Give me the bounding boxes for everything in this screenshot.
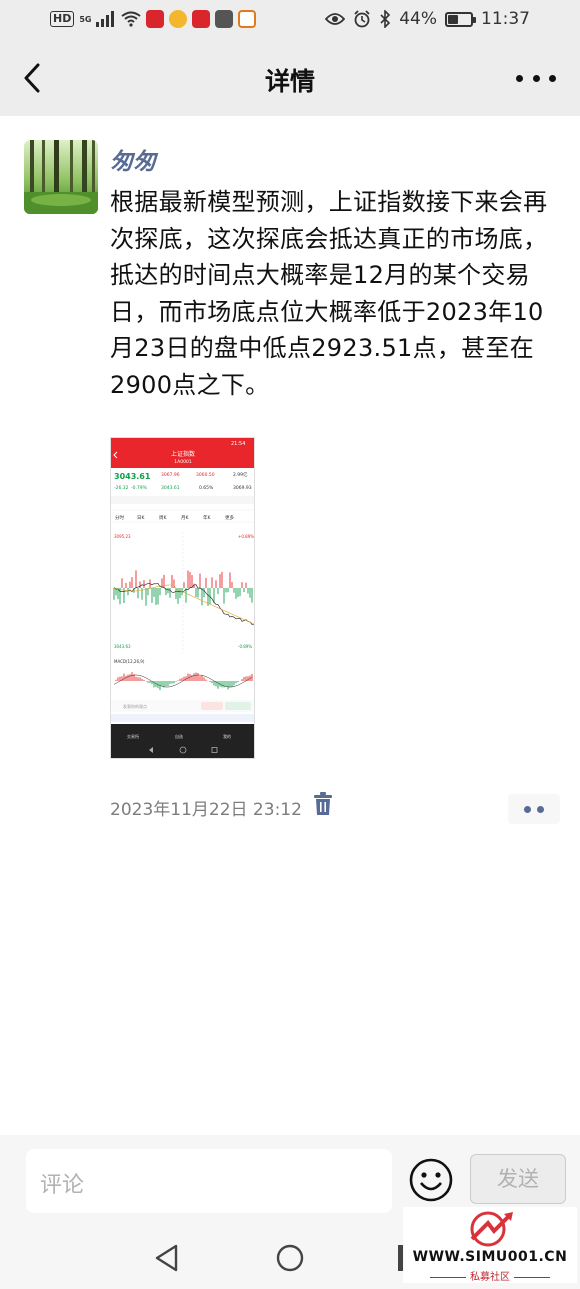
bluetooth-icon <box>380 10 391 28</box>
post-timestamp: 2023年11月22日 23:12 <box>110 800 302 820</box>
page-title: 详情 <box>264 67 315 96</box>
home-circle-icon[interactable] <box>275 1243 305 1273</box>
emoji-icon[interactable] <box>408 1157 454 1203</box>
app-notification-icon <box>215 10 234 28</box>
screenshot-price-line <box>113 583 254 626</box>
status-right: 44% 11:37 <box>325 8 530 30</box>
more-options-icon[interactable] <box>516 66 556 90</box>
screenshot-price: 3043.61 <box>114 472 151 481</box>
screenshot-tab: 月K <box>181 515 189 521</box>
screenshot-nav-item: 自选 <box>175 733 183 739</box>
eye-icon <box>325 13 346 25</box>
battery-percent: 44% <box>399 9 437 29</box>
watermark-logo-icon <box>470 1211 513 1247</box>
battery-icon <box>445 11 476 27</box>
comment-input[interactable]: 评论 <box>26 1149 392 1213</box>
back-triangle-icon[interactable] <box>152 1243 182 1273</box>
screenshot-tab: 日K <box>137 515 145 521</box>
stock-app-screenshot: 21:54 上证指数 1A0001 3043.61 -26.32 -0.79% … <box>111 438 254 758</box>
screenshot-macd-line <box>113 674 253 688</box>
app-notification-icon <box>192 10 211 28</box>
screenshot-bear-pill <box>225 702 251 710</box>
screenshot-tab: 更多 <box>225 514 234 521</box>
app-notification-icon <box>238 10 257 28</box>
screenshot-tabs: 分时 日K 周K 月K 年K 更多 <box>115 514 234 521</box>
screenshot-prev-close: 3069.93 <box>233 485 252 491</box>
network-type: 5G <box>79 14 92 24</box>
screenshot-change: -26.32 <box>114 485 129 491</box>
screenshot-bottom-pct: -0.89% <box>238 644 252 649</box>
screenshot-etf-bar <box>111 496 254 504</box>
app-notification-icon <box>169 10 188 28</box>
watermark-sub: 私募社区 <box>403 1268 577 1283</box>
post-image[interactable]: 21:54 上证指数 1A0001 3043.61 -26.32 -0.79% … <box>110 437 255 759</box>
username-link[interactable]: 匆匆 <box>110 142 156 176</box>
screenshot-nav-item: 交易所 <box>127 733 139 739</box>
post-text: 根据最新模型预测，上证指数接下来会再次探底，这次探底会抵达真正的市场底，抵达的时… <box>110 188 548 399</box>
wifi-icon <box>121 11 142 27</box>
screenshot-low: 3043.61 <box>161 485 180 491</box>
alarm-icon <box>354 10 370 28</box>
screenshot-top-pct: +0.89% <box>238 534 254 539</box>
screenshot-top-price: 3095.23 <box>114 534 131 539</box>
screenshot-high: 3067.96 <box>161 472 180 478</box>
screenshot-nav-item: 我的 <box>223 733 231 739</box>
screenshot-title: 上证指数 <box>171 450 195 458</box>
avatar[interactable] <box>24 140 98 214</box>
screenshot-input-hint: 发表你的观点 <box>123 703 147 709</box>
app-notification-icon <box>146 10 165 28</box>
screenshot-tab: 分时 <box>115 514 124 521</box>
screenshot-bottom-price: 3043.63 <box>114 644 131 649</box>
screenshot-amount: 2.99亿 <box>233 471 248 478</box>
send-button[interactable]: 发送 <box>470 1154 566 1204</box>
status-left: HD 5G <box>50 8 257 30</box>
status-bar: HD 5G 44% 11:37 <box>0 0 580 40</box>
hd-badge: HD <box>50 11 75 27</box>
battery-level <box>448 14 458 24</box>
watermark: WWW.SIMU001.CN 私募社区 <box>403 1207 577 1283</box>
screenshot-code: 1A0001 <box>174 459 192 465</box>
screenshot-pct: -0.79% <box>131 485 148 491</box>
screenshot-tab: 周K <box>159 515 167 521</box>
screenshot-turnover: 0.65% <box>199 485 214 491</box>
screenshot-tab: 年K <box>203 514 211 521</box>
delete-trash-icon[interactable] <box>313 792 333 816</box>
screenshot-bull-pill <box>201 702 223 710</box>
screenshot-open: 3060.50 <box>196 472 215 478</box>
screenshot-time: 21:54 <box>231 441 245 447</box>
screenshot-bottom-nav <box>111 724 254 758</box>
cellular-signal-icon <box>96 11 115 27</box>
title-bar: 详情 <box>0 40 580 116</box>
screenshot-banner <box>111 714 254 722</box>
forest-avatar-image <box>24 140 98 214</box>
like-comment-menu-button[interactable] <box>508 794 560 824</box>
watermark-site: WWW.SIMU001.CN <box>412 1249 568 1265</box>
clock: 11:37 <box>481 9 530 29</box>
screenshot-macd-label: MACD(12,26,9) <box>114 659 145 664</box>
